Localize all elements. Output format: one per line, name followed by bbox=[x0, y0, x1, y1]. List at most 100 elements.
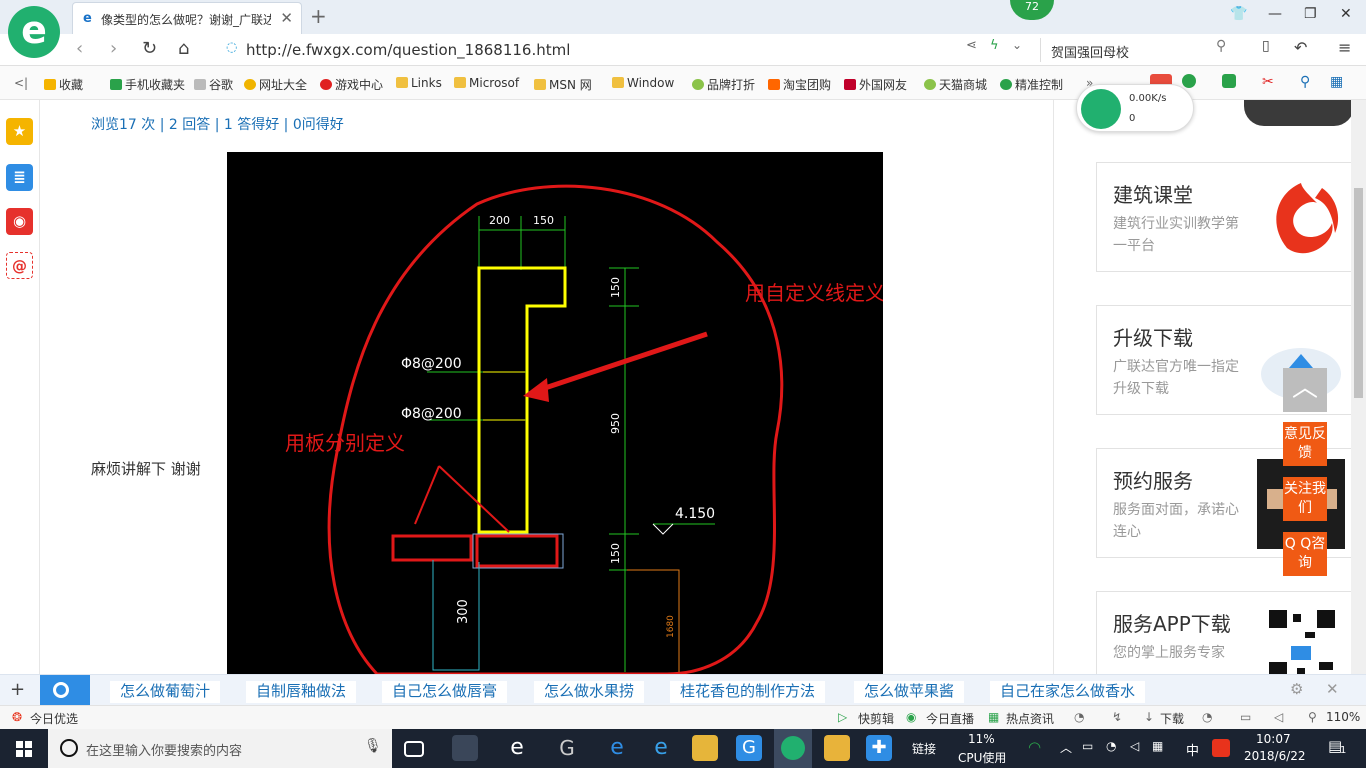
scissors-icon[interactable]: ✂ bbox=[1262, 74, 1274, 90]
bookmark-item[interactable]: MSN 网 bbox=[534, 76, 592, 93]
glodon-icon[interactable]: G bbox=[736, 735, 762, 761]
collapse-sidebar-icon[interactable]: <| bbox=[14, 76, 28, 90]
app-g-icon[interactable]: G bbox=[554, 735, 580, 761]
weibo-icon[interactable]: ◉ bbox=[6, 208, 33, 235]
bookmark-item[interactable]: 收藏 bbox=[44, 76, 83, 93]
clock-time[interactable]: 10:07 bbox=[1256, 732, 1291, 746]
refresh-icon[interactable]: ↻ bbox=[142, 38, 157, 59]
volume-icon[interactable]: ◁ bbox=[1130, 739, 1139, 753]
new-tab-icon[interactable]: + bbox=[310, 4, 327, 28]
taskbar-search[interactable]: 在这里输入你要搜索的内容 🎙 bbox=[48, 729, 392, 768]
battery-icon[interactable]: ▭ bbox=[1082, 739, 1093, 753]
close-window-icon[interactable]: ✕ bbox=[1340, 6, 1352, 22]
skin-icon[interactable]: 👕 bbox=[1230, 6, 1247, 22]
bookmark-item[interactable]: 手机收藏夹 bbox=[110, 76, 185, 93]
bookmark-item[interactable]: 精准控制 bbox=[1000, 76, 1063, 93]
hot-search-item[interactable]: 自己怎么做唇膏 bbox=[382, 681, 508, 703]
links-toolbar[interactable]: 链接 bbox=[912, 740, 936, 757]
restore-icon[interactable]: ❐ bbox=[1304, 6, 1317, 22]
speed-icon[interactable]: ◔ bbox=[1074, 710, 1084, 724]
clock-date[interactable]: 2018/6/22 bbox=[1244, 749, 1306, 763]
translate-icon[interactable] bbox=[1222, 74, 1236, 88]
status-item[interactable]: 快剪辑 bbox=[858, 710, 894, 727]
plus-app-icon[interactable]: ✚ bbox=[866, 735, 892, 761]
back-icon[interactable]: ‹ bbox=[76, 38, 83, 59]
edge-icon[interactable]: e bbox=[604, 735, 630, 761]
file-explorer-icon[interactable] bbox=[692, 735, 718, 761]
close-bar-icon[interactable]: ✕ bbox=[1326, 680, 1339, 698]
share-icon[interactable]: ⋖ bbox=[966, 38, 977, 53]
window-icon[interactable]: ▭ bbox=[1240, 710, 1251, 724]
bookmark-item[interactable]: 淘宝团购 bbox=[768, 76, 831, 93]
edge-legacy-icon[interactable]: e bbox=[504, 735, 530, 761]
score-badge[interactable]: 72 bbox=[1010, 0, 1054, 20]
hot-search-item[interactable]: 怎么做水果捞 bbox=[534, 681, 645, 703]
scrollbar-thumb[interactable] bbox=[1354, 188, 1363, 398]
hot-search-item[interactable]: 自己在家怎么做香水 bbox=[990, 681, 1146, 703]
search-input[interactable]: 贺国强回母校 bbox=[1040, 38, 1240, 62]
active-browser-task[interactable] bbox=[774, 729, 812, 768]
wifi-widget[interactable]: 0.00K/s 0 bbox=[1076, 84, 1194, 132]
wifi-tray-icon[interactable]: ◠ bbox=[1028, 738, 1041, 756]
settings-icon[interactable]: ⚙ bbox=[1290, 680, 1303, 698]
search-icon[interactable]: ⚲ bbox=[1216, 38, 1226, 54]
grid-icon[interactable]: ▦ bbox=[1330, 74, 1343, 90]
undo-icon[interactable]: ↶ bbox=[1294, 38, 1307, 57]
back-to-top-button[interactable]: ︿ bbox=[1283, 368, 1327, 412]
sound-icon[interactable]: ◁ bbox=[1274, 710, 1283, 724]
bookmark-item[interactable]: 网址大全 bbox=[244, 76, 307, 93]
zoom-level[interactable]: 110% bbox=[1326, 710, 1360, 724]
forward-icon[interactable]: › bbox=[110, 38, 117, 59]
hot-search-item[interactable]: 怎么做苹果酱 bbox=[854, 681, 965, 703]
card-app-download[interactable]: 服务APP下载 您的掌上服务专家 bbox=[1096, 591, 1352, 674]
clean-icon[interactable]: ◔ bbox=[1202, 710, 1212, 724]
cursor-icon[interactable]: ↯ bbox=[1112, 710, 1122, 724]
status-item[interactable]: 下载 bbox=[1160, 710, 1184, 727]
bolt-icon[interactable]: ϟ bbox=[990, 38, 999, 53]
phone-icon[interactable]: ▯ bbox=[1262, 38, 1270, 54]
browser-logo-icon[interactable]: e bbox=[8, 6, 60, 58]
minimize-icon[interactable]: — bbox=[1268, 6, 1282, 22]
bookmark-item[interactable]: Microsof bbox=[454, 76, 519, 90]
today-picks[interactable]: 今日优选 bbox=[30, 710, 78, 727]
magnifier-icon[interactable]: ⚲ bbox=[1300, 74, 1310, 90]
status-item[interactable]: 热点资讯 bbox=[1006, 710, 1054, 727]
bookmark-item[interactable]: Window bbox=[612, 76, 674, 90]
mail-icon[interactable]: @ bbox=[6, 252, 33, 279]
hot-search-item[interactable]: 桂花香包的制作方法 bbox=[670, 681, 826, 703]
keyboard-icon[interactable]: ▦ bbox=[1152, 739, 1163, 753]
task-view-icon[interactable] bbox=[404, 741, 424, 757]
close-tab-icon[interactable]: ✕ bbox=[280, 9, 293, 27]
microphone-icon[interactable]: 🎙 bbox=[364, 738, 382, 754]
chevron-down-icon[interactable]: ⌄ bbox=[1012, 38, 1022, 52]
notes-icon[interactable] bbox=[824, 735, 850, 761]
tray-expand-icon[interactable]: ︿ bbox=[1060, 739, 1072, 756]
bookmark-item[interactable]: 品牌打折 bbox=[692, 76, 755, 93]
bookmark-item[interactable]: 天猫商城 bbox=[924, 76, 987, 93]
status-item[interactable]: 今日直播 bbox=[926, 710, 974, 727]
money-icon[interactable] bbox=[1182, 74, 1196, 88]
taskbar-app-icon[interactable] bbox=[452, 735, 478, 761]
vertical-scrollbar[interactable] bbox=[1351, 100, 1366, 674]
hot-search-item[interactable]: 自制唇釉做法 bbox=[246, 681, 357, 703]
url-field[interactable]: ◌ http://e.fwxgx.com/question_1868116.ht… bbox=[226, 38, 1026, 62]
add-icon[interactable]: + bbox=[10, 679, 25, 700]
search-logo-icon[interactable] bbox=[40, 675, 90, 706]
feedback-button[interactable]: 意见反馈 bbox=[1283, 422, 1327, 466]
news-icon[interactable]: ≣ bbox=[6, 164, 33, 191]
network-icon[interactable]: ◔ bbox=[1106, 739, 1116, 753]
browser-tab[interactable]: e 像类型的怎么做呢？谢谢_广联达 ✕ bbox=[72, 2, 302, 34]
start-button[interactable] bbox=[0, 729, 48, 768]
bookmark-item[interactable]: Links bbox=[396, 76, 442, 90]
card-building-class[interactable]: 建筑课堂 建筑行业实训教学第一平台 bbox=[1096, 162, 1352, 272]
home-icon[interactable]: ⌂ bbox=[178, 38, 189, 59]
sogou-icon[interactable] bbox=[1212, 739, 1230, 757]
hot-search-item[interactable]: 怎么做葡萄汁 bbox=[110, 681, 221, 703]
bookmark-item[interactable]: 游戏中心 bbox=[320, 76, 383, 93]
favorites-icon[interactable]: ★ bbox=[6, 118, 33, 145]
qq-consult-button[interactable]: Q Q咨询 bbox=[1283, 532, 1327, 576]
follow-us-button[interactable]: 关注我们 bbox=[1283, 477, 1327, 521]
bookmark-item[interactable]: 谷歌 bbox=[194, 76, 233, 93]
bookmark-item[interactable]: 外国网友 bbox=[844, 76, 907, 93]
question-stats[interactable]: 浏览17 次 | 2 回答 | 1 答得好 | 0问得好 bbox=[91, 114, 344, 134]
